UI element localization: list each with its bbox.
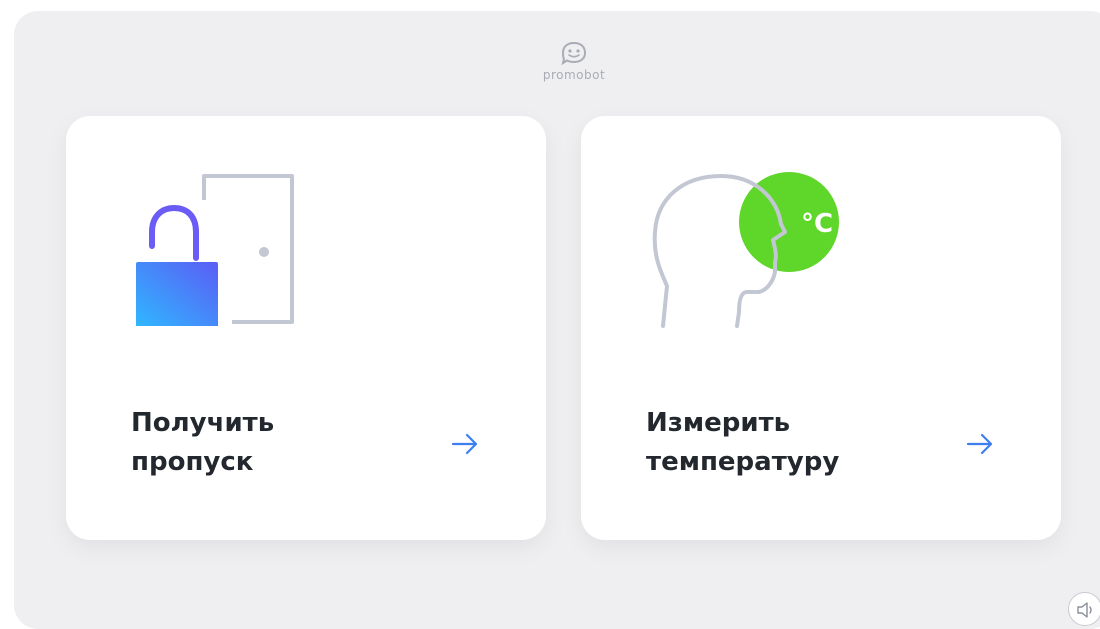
measure-temperature-title: Измерить температуру: [646, 408, 840, 477]
kiosk-screen: promobot Получить пропуск °C Измерить те…: [14, 11, 1100, 629]
sound-toggle-button[interactable]: [1068, 592, 1100, 626]
head-temperature-icon: °C: [651, 168, 851, 332]
get-pass-title: Получить пропуск: [131, 408, 275, 477]
speaker-icon: [1077, 602, 1092, 618]
smiley-robot-face-icon: [561, 41, 587, 65]
temperature-badge: °C: [801, 209, 833, 239]
brand-name: promobot: [542, 68, 606, 82]
arrow-right-icon[interactable]: [449, 428, 481, 460]
get-pass-card[interactable]: Получить пропуск: [66, 116, 546, 540]
measure-temperature-card[interactable]: °C Измерить температуру: [581, 116, 1061, 540]
arrow-right-icon[interactable]: [964, 428, 996, 460]
unlocked-padlock-door-icon: [134, 166, 294, 330]
brand-logo: promobot: [516, 41, 632, 82]
